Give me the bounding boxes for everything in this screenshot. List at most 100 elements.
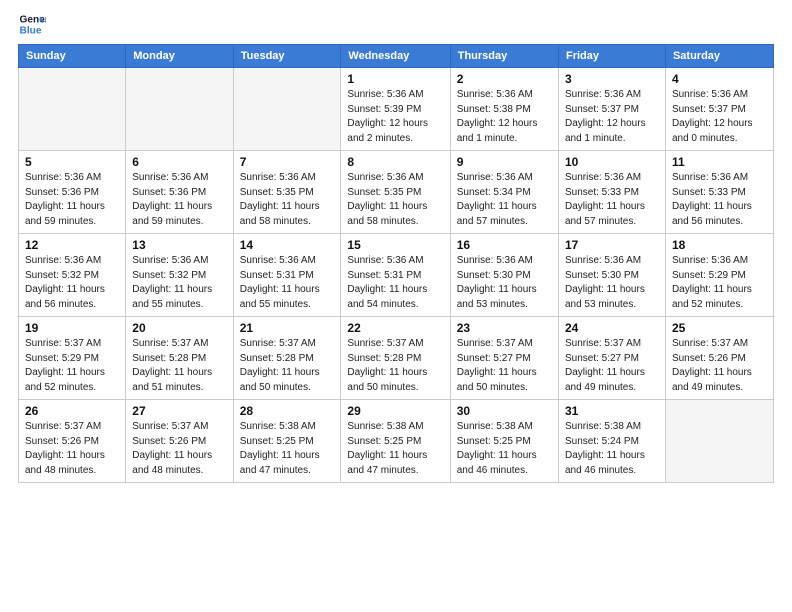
day-number: 27 bbox=[132, 404, 226, 418]
calendar-cell: 9 Sunrise: 5:36 AMSunset: 5:34 PMDaylight… bbox=[450, 151, 558, 234]
day-number: 20 bbox=[132, 321, 226, 335]
day-number: 3 bbox=[565, 72, 659, 86]
calendar-table: SundayMondayTuesdayWednesdayThursdayFrid… bbox=[18, 44, 774, 483]
calendar-cell: 30 Sunrise: 5:38 AMSunset: 5:25 PMDayligh… bbox=[450, 400, 558, 483]
weekday-header-friday: Friday bbox=[558, 45, 665, 68]
calendar-cell: 18 Sunrise: 5:36 AMSunset: 5:29 PMDayligh… bbox=[665, 234, 773, 317]
day-info: Sunrise: 5:37 AMSunset: 5:29 PMDaylight:… bbox=[25, 337, 119, 395]
day-number: 25 bbox=[672, 321, 767, 335]
page-header: General Blue bbox=[18, 10, 774, 38]
day-info: Sunrise: 5:36 AMSunset: 5:35 PMDaylight:… bbox=[347, 171, 443, 229]
calendar-cell: 10Sunrise: 5:36 AMSunset: 5:33 PMDayligh… bbox=[558, 151, 665, 234]
day-info: Sunrise: 5:36 AMSunset: 5:36 PMDaylight:… bbox=[132, 171, 226, 229]
day-number: 21 bbox=[240, 321, 335, 335]
calendar-cell: 7Sunrise: 5:36 AMSunset: 5:35 PMDaylight… bbox=[233, 151, 341, 234]
day-info: Sunrise: 5:36 AMSunset: 5:31 PMDaylight:… bbox=[347, 254, 443, 312]
calendar-cell: 21 Sunrise: 5:37 AMSunset: 5:28 PMDayligh… bbox=[233, 317, 341, 400]
day-info: Sunrise: 5:36 AMSunset: 5:30 PMDaylight:… bbox=[565, 254, 659, 312]
calendar-cell: 11 Sunrise: 5:36 AMSunset: 5:33 PMDayligh… bbox=[665, 151, 773, 234]
day-info: Sunrise: 5:36 AMSunset: 5:32 PMDaylight:… bbox=[132, 254, 226, 312]
calendar-cell: 23 Sunrise: 5:37 AMSunset: 5:27 PMDayligh… bbox=[450, 317, 558, 400]
logo-icon: General Blue bbox=[18, 10, 46, 38]
day-number: 23 bbox=[457, 321, 552, 335]
calendar-cell: 29 Sunrise: 5:38 AMSunset: 5:25 PMDayligh… bbox=[341, 400, 450, 483]
calendar-cell bbox=[233, 68, 341, 151]
day-info: Sunrise: 5:37 AMSunset: 5:28 PMDaylight:… bbox=[240, 337, 335, 395]
day-number: 5 bbox=[25, 155, 119, 169]
day-number: 4 bbox=[672, 72, 767, 86]
calendar-cell: 12 Sunrise: 5:36 AMSunset: 5:32 PMDayligh… bbox=[19, 234, 126, 317]
day-number: 2 bbox=[457, 72, 552, 86]
day-number: 15 bbox=[347, 238, 443, 252]
weekday-header-sunday: Sunday bbox=[19, 45, 126, 68]
day-number: 9 bbox=[457, 155, 552, 169]
weekday-header-row: SundayMondayTuesdayWednesdayThursdayFrid… bbox=[19, 45, 774, 68]
calendar-cell: 15 Sunrise: 5:36 AMSunset: 5:31 PMDayligh… bbox=[341, 234, 450, 317]
day-info: Sunrise: 5:37 AMSunset: 5:26 PMDaylight:… bbox=[25, 420, 119, 478]
day-info: Sunrise: 5:36 AMSunset: 5:32 PMDaylight:… bbox=[25, 254, 119, 312]
weekday-header-tuesday: Tuesday bbox=[233, 45, 341, 68]
day-info: Sunrise: 5:36 AMSunset: 5:39 PMDaylight:… bbox=[347, 88, 443, 146]
day-info: Sunrise: 5:36 AMSunset: 5:34 PMDaylight:… bbox=[457, 171, 552, 229]
calendar-cell: 5 Sunrise: 5:36 AMSunset: 5:36 PMDaylight… bbox=[19, 151, 126, 234]
day-number: 24 bbox=[565, 321, 659, 335]
weekday-header-monday: Monday bbox=[126, 45, 233, 68]
calendar-cell: 13 Sunrise: 5:36 AMSunset: 5:32 PMDayligh… bbox=[126, 234, 233, 317]
day-number: 22 bbox=[347, 321, 443, 335]
day-number: 30 bbox=[457, 404, 552, 418]
calendar-cell: 4Sunrise: 5:36 AMSunset: 5:37 PMDaylight… bbox=[665, 68, 773, 151]
day-number: 28 bbox=[240, 404, 335, 418]
day-number: 6 bbox=[132, 155, 226, 169]
day-number: 8 bbox=[347, 155, 443, 169]
calendar-cell bbox=[126, 68, 233, 151]
day-number: 29 bbox=[347, 404, 443, 418]
week-row-4: 19 Sunrise: 5:37 AMSunset: 5:29 PMDayligh… bbox=[19, 317, 774, 400]
day-info: Sunrise: 5:38 AMSunset: 5:25 PMDaylight:… bbox=[347, 420, 443, 478]
calendar-cell: 24 Sunrise: 5:37 AMSunset: 5:27 PMDayligh… bbox=[558, 317, 665, 400]
calendar-cell bbox=[665, 400, 773, 483]
day-info: Sunrise: 5:37 AMSunset: 5:27 PMDaylight:… bbox=[457, 337, 552, 395]
calendar-cell: 25 Sunrise: 5:37 AMSunset: 5:26 PMDayligh… bbox=[665, 317, 773, 400]
calendar-cell: 28Sunrise: 5:38 AMSunset: 5:25 PMDayligh… bbox=[233, 400, 341, 483]
week-row-2: 5 Sunrise: 5:36 AMSunset: 5:36 PMDaylight… bbox=[19, 151, 774, 234]
day-info: Sunrise: 5:37 AMSunset: 5:26 PMDaylight:… bbox=[672, 337, 767, 395]
weekday-header-thursday: Thursday bbox=[450, 45, 558, 68]
day-number: 26 bbox=[25, 404, 119, 418]
day-info: Sunrise: 5:36 AMSunset: 5:29 PMDaylight:… bbox=[672, 254, 767, 312]
weekday-header-saturday: Saturday bbox=[665, 45, 773, 68]
day-info: Sunrise: 5:37 AMSunset: 5:28 PMDaylight:… bbox=[347, 337, 443, 395]
calendar-cell: 19 Sunrise: 5:37 AMSunset: 5:29 PMDayligh… bbox=[19, 317, 126, 400]
day-number: 18 bbox=[672, 238, 767, 252]
calendar-cell: 6 Sunrise: 5:36 AMSunset: 5:36 PMDaylight… bbox=[126, 151, 233, 234]
day-info: Sunrise: 5:36 AMSunset: 5:30 PMDaylight:… bbox=[457, 254, 552, 312]
day-info: Sunrise: 5:37 AMSunset: 5:28 PMDaylight:… bbox=[132, 337, 226, 395]
calendar-cell: 27 Sunrise: 5:37 AMSunset: 5:26 PMDayligh… bbox=[126, 400, 233, 483]
week-row-1: 1 Sunrise: 5:36 AMSunset: 5:39 PMDaylight… bbox=[19, 68, 774, 151]
day-number: 17 bbox=[565, 238, 659, 252]
day-number: 16 bbox=[457, 238, 552, 252]
day-info: Sunrise: 5:37 AMSunset: 5:26 PMDaylight:… bbox=[132, 420, 226, 478]
day-info: Sunrise: 5:36 AMSunset: 5:35 PMDaylight:… bbox=[240, 171, 335, 229]
day-number: 13 bbox=[132, 238, 226, 252]
day-info: Sunrise: 5:36 AMSunset: 5:33 PMDaylight:… bbox=[565, 171, 659, 229]
day-number: 19 bbox=[25, 321, 119, 335]
day-info: Sunrise: 5:38 AMSunset: 5:25 PMDaylight:… bbox=[457, 420, 552, 478]
calendar-cell: 2 Sunrise: 5:36 AMSunset: 5:38 PMDaylight… bbox=[450, 68, 558, 151]
day-number: 14 bbox=[240, 238, 335, 252]
day-info: Sunrise: 5:36 AMSunset: 5:37 PMDaylight:… bbox=[565, 88, 659, 146]
calendar-cell: 26 Sunrise: 5:37 AMSunset: 5:26 PMDayligh… bbox=[19, 400, 126, 483]
calendar-cell bbox=[19, 68, 126, 151]
week-row-3: 12 Sunrise: 5:36 AMSunset: 5:32 PMDayligh… bbox=[19, 234, 774, 317]
calendar-cell: 31Sunrise: 5:38 AMSunset: 5:24 PMDayligh… bbox=[558, 400, 665, 483]
day-info: Sunrise: 5:38 AMSunset: 5:24 PMDaylight:… bbox=[565, 420, 659, 478]
day-info: Sunrise: 5:36 AMSunset: 5:36 PMDaylight:… bbox=[25, 171, 119, 229]
day-info: Sunrise: 5:36 AMSunset: 5:33 PMDaylight:… bbox=[672, 171, 767, 229]
day-number: 11 bbox=[672, 155, 767, 169]
svg-text:Blue: Blue bbox=[20, 25, 42, 36]
day-number: 1 bbox=[347, 72, 443, 86]
day-info: Sunrise: 5:36 AMSunset: 5:38 PMDaylight:… bbox=[457, 88, 552, 146]
day-info: Sunrise: 5:37 AMSunset: 5:27 PMDaylight:… bbox=[565, 337, 659, 395]
calendar-cell: 22 Sunrise: 5:37 AMSunset: 5:28 PMDayligh… bbox=[341, 317, 450, 400]
week-row-5: 26 Sunrise: 5:37 AMSunset: 5:26 PMDayligh… bbox=[19, 400, 774, 483]
day-number: 12 bbox=[25, 238, 119, 252]
